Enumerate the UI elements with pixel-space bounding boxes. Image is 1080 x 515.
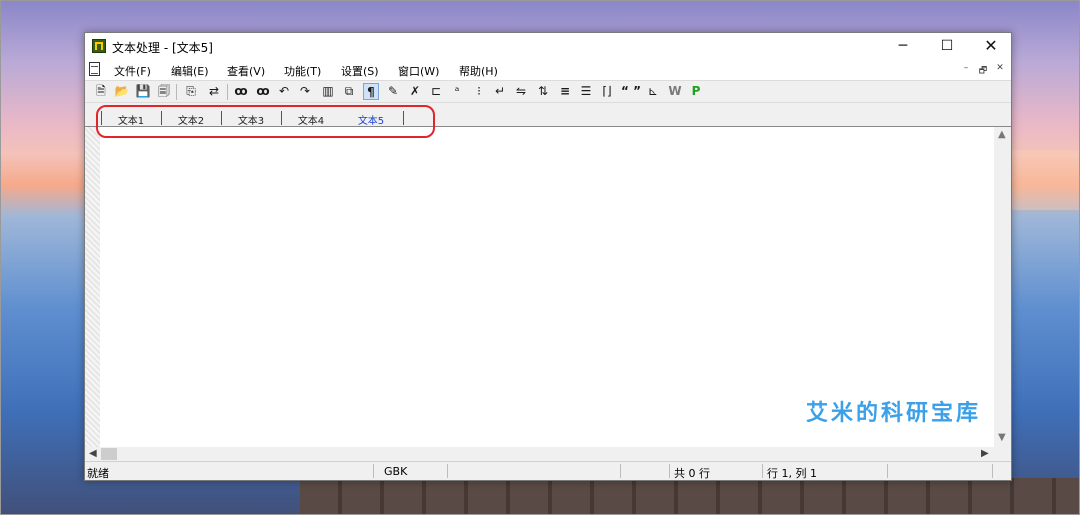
- app-icon: [92, 39, 106, 53]
- mdi-close-button[interactable]: ✕: [993, 63, 1007, 73]
- background-dock: [300, 478, 1080, 515]
- new-file-icon[interactable]: 🗎: [93, 83, 109, 100]
- spell-check-icon[interactable]: ✗: [407, 83, 423, 100]
- menu-view[interactable]: 查看(V): [227, 63, 265, 79]
- toolbar: 🗎 📂 💾 🗐 ⎘ ⇄ ꝏ ꝏ ↶ ↷ ▥ ⧉ ¶ ✎ ✗ ⊏ ᵃ ⁝ ↵ ⇋ …: [85, 80, 1011, 103]
- tool-icon[interactable]: ✎: [385, 83, 401, 100]
- format-a-icon[interactable]: ⊏: [428, 83, 444, 100]
- line-gutter: [85, 127, 100, 447]
- undo-icon[interactable]: ↶: [276, 83, 292, 100]
- app-window: 文本处理 - [文本5] ─ ☐ ✕ 文件(F) 编辑(E) 查看(V) 功能(…: [84, 32, 1012, 481]
- status-bar: 就绪 GBK 共 0 行 行 1, 列 1: [85, 461, 1011, 480]
- format-b-icon[interactable]: ᵃ: [449, 83, 465, 100]
- menu-file[interactable]: 文件(F): [114, 63, 151, 79]
- dots-grid-icon[interactable]: ⁝: [471, 83, 487, 100]
- swap-icon[interactable]: ⇋: [513, 83, 529, 100]
- menu-help[interactable]: 帮助(H): [459, 63, 498, 79]
- save-icon[interactable]: 💾: [135, 83, 151, 100]
- horizontal-scroll-thumb[interactable]: [101, 448, 117, 460]
- title-bar[interactable]: 文本处理 - [文本5] ─ ☐ ✕: [85, 33, 1011, 59]
- sort-icon[interactable]: ⇅: [535, 83, 551, 100]
- copy-icon[interactable]: ⧉: [341, 83, 357, 100]
- menu-edit[interactable]: 编辑(E): [171, 63, 209, 79]
- find-icon[interactable]: ꝏ: [233, 83, 249, 100]
- save-all-icon[interactable]: 🗐: [156, 83, 172, 100]
- brackets-icon[interactable]: ⌈⌋: [599, 83, 615, 100]
- status-separator: [992, 464, 993, 478]
- replace-special-icon[interactable]: ⇄: [206, 83, 222, 100]
- watermark-text: 艾米的科研宝库: [806, 401, 982, 426]
- columns-icon[interactable]: ▥: [320, 83, 336, 100]
- close-button[interactable]: ✕: [969, 33, 1013, 59]
- p-tool-icon[interactable]: P: [688, 83, 704, 100]
- quotes-icon[interactable]: “ ”: [621, 83, 641, 100]
- status-separator: [762, 464, 763, 478]
- mdi-minimize-button[interactable]: –: [959, 63, 973, 73]
- status-separator: [620, 464, 621, 478]
- toolbar-separator: [176, 84, 177, 100]
- wrap-icon[interactable]: ↵: [492, 83, 508, 100]
- menu-window[interactable]: 窗口(W): [398, 63, 439, 79]
- list-icon[interactable]: ☰: [578, 83, 594, 100]
- mdi-restore-button[interactable]: 🗗: [976, 63, 990, 79]
- scroll-right-icon[interactable]: ▶: [981, 448, 989, 459]
- minimize-button[interactable]: ─: [881, 33, 925, 59]
- status-ready: 就绪: [87, 467, 109, 480]
- align-icon[interactable]: ≡: [557, 83, 573, 100]
- status-separator: [373, 464, 374, 478]
- status-cursor-position: 行 1, 列 1: [767, 467, 817, 480]
- status-separator: [447, 464, 448, 478]
- editor-area: 艾米的科研宝库 ▲ ▼ ◀ ▶: [85, 127, 1011, 461]
- scroll-left-icon[interactable]: ◀: [89, 448, 97, 459]
- status-line-count: 共 0 行: [674, 467, 710, 480]
- paragraph-mark-icon[interactable]: ¶: [363, 83, 379, 100]
- copy-special-icon[interactable]: ⎘: [183, 83, 199, 100]
- menu-function[interactable]: 功能(T): [284, 63, 321, 79]
- menu-settings[interactable]: 设置(S): [341, 63, 379, 79]
- menu-bar: 文件(F) 编辑(E) 查看(V) 功能(T) 设置(S) 窗口(W) 帮助(H…: [85, 59, 1011, 80]
- redo-icon[interactable]: ↷: [297, 83, 313, 100]
- status-separator: [669, 464, 670, 478]
- document-icon[interactable]: [89, 62, 100, 76]
- status-separator: [887, 464, 888, 478]
- maximize-button[interactable]: ☐: [925, 33, 969, 59]
- chart-icon[interactable]: ⊾: [645, 83, 661, 100]
- window-title: 文本处理 - [文本5]: [112, 41, 213, 55]
- horizontal-scrollbar[interactable]: ◀ ▶: [85, 447, 1011, 461]
- scroll-up-icon[interactable]: ▲: [998, 129, 1006, 140]
- toolbar-separator: [227, 84, 228, 100]
- vertical-scrollbar[interactable]: ▲ ▼: [994, 127, 1011, 447]
- text-editor[interactable]: 艾米的科研宝库: [100, 127, 994, 447]
- find-replace-icon[interactable]: ꝏ: [255, 83, 271, 100]
- status-encoding: GBK: [384, 465, 408, 478]
- open-folder-icon[interactable]: 📂: [114, 83, 130, 100]
- tabs-highlight-ring: [96, 105, 435, 138]
- word-icon[interactable]: W: [667, 83, 683, 100]
- scroll-down-icon[interactable]: ▼: [998, 432, 1006, 443]
